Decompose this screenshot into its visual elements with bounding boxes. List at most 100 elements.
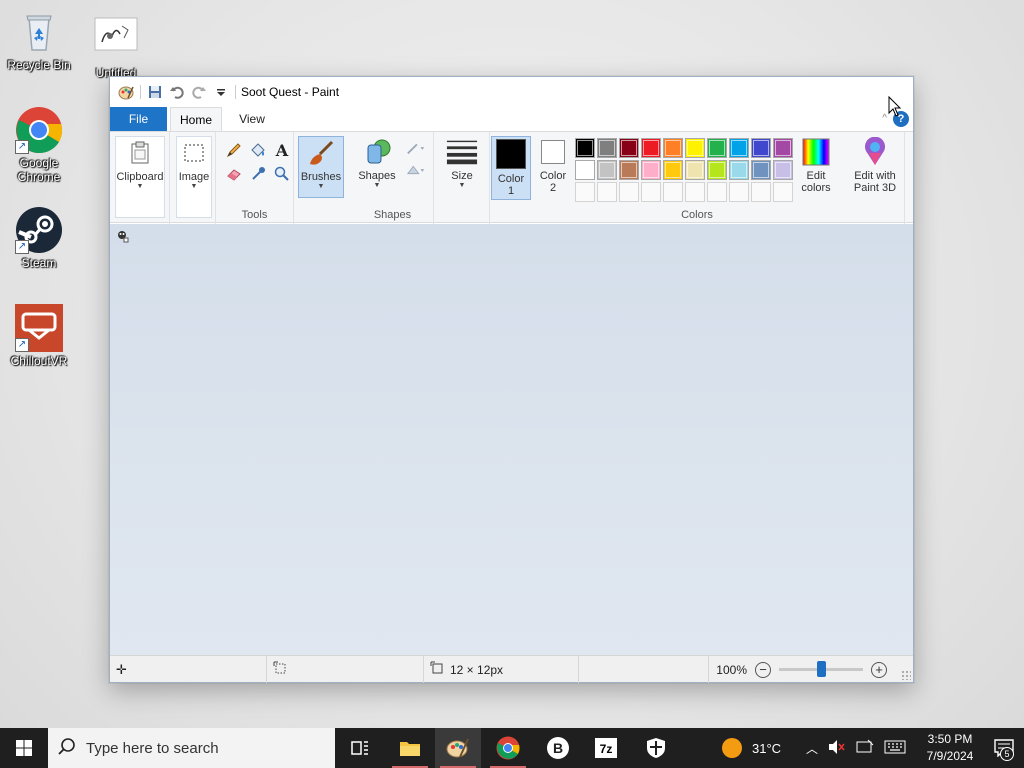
task-view-button[interactable] bbox=[337, 728, 383, 768]
volume-muted-icon[interactable] bbox=[828, 739, 846, 758]
pencil-icon[interactable] bbox=[224, 140, 244, 160]
network-icon[interactable] bbox=[856, 739, 874, 758]
drawing-canvas[interactable] bbox=[116, 230, 130, 244]
zoom-slider[interactable] bbox=[779, 661, 863, 677]
canvas-workspace[interactable] bbox=[110, 224, 913, 656]
zoom-control: 100% − + bbox=[716, 656, 887, 683]
palette-swatch[interactable] bbox=[597, 160, 617, 180]
b-app-icon: B bbox=[547, 737, 569, 759]
save-icon[interactable] bbox=[147, 84, 163, 100]
title-bar[interactable]: Soot Quest - Paint bbox=[110, 77, 913, 107]
palette-swatch[interactable] bbox=[751, 138, 771, 158]
palette-swatch[interactable] bbox=[619, 138, 639, 158]
edit-with-paint3d-button[interactable]: Edit with Paint 3D bbox=[847, 136, 903, 194]
palette-swatch-custom[interactable] bbox=[729, 182, 749, 202]
palette-swatch[interactable] bbox=[641, 160, 661, 180]
start-button[interactable] bbox=[0, 728, 48, 768]
shapes-button[interactable]: Shapes ▼ bbox=[352, 136, 402, 190]
palette-swatch[interactable] bbox=[707, 160, 727, 180]
keyboard-icon[interactable] bbox=[884, 740, 906, 757]
brushes-button[interactable]: Brushes ▼ bbox=[298, 136, 344, 198]
palette-swatch[interactable] bbox=[751, 160, 771, 180]
desktop-icon-untitled[interactable]: Untitled bbox=[78, 16, 154, 80]
image-file-icon bbox=[92, 16, 140, 64]
eraser-icon[interactable] bbox=[224, 164, 244, 184]
svg-text:7z: 7z bbox=[600, 742, 613, 756]
edit-colors-button[interactable]: Edit colors bbox=[794, 136, 838, 194]
palette-swatch-custom[interactable] bbox=[663, 182, 683, 202]
outline-icon[interactable] bbox=[406, 138, 426, 158]
tab-view[interactable]: View bbox=[227, 107, 277, 131]
brushes-group: Brushes ▼ bbox=[294, 132, 352, 224]
action-center-button[interactable]: 5 bbox=[984, 728, 1024, 768]
zoom-slider-thumb[interactable] bbox=[817, 661, 826, 677]
taskbar-paint[interactable] bbox=[435, 728, 481, 768]
taskbar-7zip[interactable]: 7z bbox=[583, 728, 629, 768]
color1-button[interactable]: Color 1 bbox=[491, 136, 531, 200]
palette-swatch[interactable] bbox=[685, 160, 705, 180]
color2-swatch bbox=[541, 140, 565, 164]
shapes-group-label: Shapes bbox=[373, 209, 412, 221]
palette-swatch[interactable] bbox=[773, 160, 793, 180]
taskbar-file-explorer[interactable] bbox=[387, 728, 433, 768]
palette-swatch-custom[interactable] bbox=[641, 182, 661, 202]
paint-app-icon[interactable] bbox=[118, 84, 134, 100]
color-picker-icon[interactable] bbox=[248, 164, 268, 184]
magnifier-icon[interactable] bbox=[272, 164, 292, 184]
palette-swatch[interactable] bbox=[597, 138, 617, 158]
text-icon[interactable]: A bbox=[272, 140, 292, 160]
palette-swatch[interactable] bbox=[685, 138, 705, 158]
image-size-icon bbox=[430, 661, 444, 678]
clipboard-button[interactable]: Clipboard ▼ bbox=[115, 136, 165, 218]
image-button[interactable]: Image ▼ bbox=[176, 136, 212, 218]
taskbar-security[interactable] bbox=[633, 728, 679, 768]
fill-bucket-icon[interactable] bbox=[248, 140, 268, 160]
palette-swatch-custom[interactable] bbox=[597, 182, 617, 202]
undo-icon[interactable] bbox=[169, 84, 185, 100]
size-button[interactable]: Size ▼ bbox=[437, 136, 487, 190]
palette-swatch[interactable] bbox=[641, 138, 661, 158]
line-size-icon bbox=[446, 136, 478, 168]
palette-swatch-custom[interactable] bbox=[619, 182, 639, 202]
desktop-icon-chilloutvr[interactable]: ↗ ChilloutVR bbox=[1, 304, 77, 368]
taskbar-chrome[interactable] bbox=[485, 728, 531, 768]
tab-file[interactable]: File bbox=[110, 107, 167, 131]
palette-swatch[interactable] bbox=[575, 160, 595, 180]
resize-grip[interactable] bbox=[901, 670, 911, 680]
weather-widget[interactable]: 31°C bbox=[722, 728, 781, 768]
show-hidden-icons-icon[interactable]: ︿ bbox=[806, 740, 818, 757]
palette-swatch[interactable] bbox=[663, 138, 683, 158]
paint3d-label-2: Paint 3D bbox=[853, 182, 897, 194]
desktop-icon-recycle-bin[interactable]: Recycle Bin bbox=[1, 8, 77, 72]
color2-button[interactable]: Color 2 bbox=[533, 136, 573, 194]
palette-swatch[interactable] bbox=[729, 138, 749, 158]
customize-qat-icon[interactable] bbox=[213, 84, 229, 100]
palette-swatch[interactable] bbox=[663, 160, 683, 180]
paint-window: Soot Quest - Paint File Home View ^ ? Cl… bbox=[109, 76, 914, 683]
task-view-icon bbox=[351, 741, 368, 755]
sun-icon bbox=[722, 738, 742, 758]
palette-swatch-custom[interactable] bbox=[751, 182, 771, 202]
palette-swatch[interactable] bbox=[729, 160, 749, 180]
palette-swatch-custom[interactable] bbox=[685, 182, 705, 202]
palette-swatch[interactable] bbox=[619, 160, 639, 180]
redo-icon[interactable] bbox=[191, 84, 207, 100]
palette-swatch[interactable] bbox=[707, 138, 727, 158]
desktop-icon-steam[interactable]: ↗ Steam bbox=[1, 206, 77, 270]
shapes-icon bbox=[361, 136, 393, 168]
shapes-dropdown-icon: ▼ bbox=[373, 182, 381, 189]
palette-swatch-custom[interactable] bbox=[707, 182, 727, 202]
palette-swatch-custom[interactable] bbox=[575, 182, 595, 202]
fill-icon[interactable] bbox=[406, 160, 426, 180]
palette-swatch-custom[interactable] bbox=[773, 182, 793, 202]
clock[interactable]: 3:50 PM 7/9/2024 bbox=[920, 731, 980, 765]
taskbar-search[interactable]: Type here to search bbox=[48, 728, 335, 768]
zoom-in-icon[interactable]: + bbox=[871, 661, 887, 678]
tab-home[interactable]: Home bbox=[170, 107, 222, 131]
collapse-ribbon-icon[interactable]: ^ bbox=[882, 113, 887, 124]
desktop-icon-google-chrome[interactable]: ↗ Google Chrome bbox=[1, 106, 77, 184]
palette-swatch[interactable] bbox=[575, 138, 595, 158]
palette-swatch[interactable] bbox=[773, 138, 793, 158]
zoom-out-icon[interactable]: − bbox=[755, 661, 771, 678]
taskbar-b-app[interactable]: B bbox=[535, 728, 581, 768]
